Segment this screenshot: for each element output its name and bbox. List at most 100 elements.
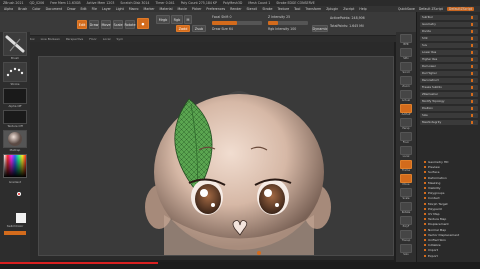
menu-item[interactable]: Stencil (247, 7, 258, 11)
palette-menu-item[interactable]: Export (424, 254, 438, 258)
shelf-button[interactable] (400, 34, 412, 43)
shelf-button[interactable] (400, 76, 412, 85)
palette-slider[interactable]: Geometry (420, 22, 478, 27)
menu-item[interactable]: Transform (305, 7, 321, 11)
menu-item[interactable]: Stroke (262, 7, 272, 11)
focal-shift-slider[interactable] (212, 21, 262, 25)
menu-item[interactable]: Color (32, 7, 40, 11)
menu-item[interactable]: Macro (129, 7, 139, 11)
palette-slider[interactable]: Size (420, 113, 478, 118)
palette-slider[interactable]: Higher Res (420, 57, 478, 62)
menu-right-item[interactable]: Default ZScript (419, 7, 443, 11)
texture-thumbnail[interactable] (3, 110, 27, 124)
menu-item[interactable]: File (92, 7, 97, 11)
shelf-button[interactable] (400, 202, 412, 211)
palette-slider[interactable]: Suv (420, 43, 478, 48)
draw-button[interactable]: Draw (89, 20, 99, 29)
subbar-item[interactable]: Live Boolean (41, 37, 60, 41)
palette-menu-item[interactable]: Normal Map (424, 228, 446, 232)
menu-item[interactable]: Texture (277, 7, 289, 11)
m-button[interactable]: M (184, 15, 192, 24)
menu-item[interactable]: Draw (67, 7, 75, 11)
shelf-button[interactable] (400, 230, 412, 239)
palette-menu-item[interactable]: Vector Displacement (424, 233, 459, 237)
secondary-color-swatch[interactable] (16, 213, 26, 223)
palette-menu-item[interactable]: Displacement (424, 222, 449, 226)
menu-item[interactable]: Brush (18, 7, 27, 11)
menu-item[interactable]: Render (230, 7, 241, 11)
menu-item[interactable]: Edit (80, 7, 86, 11)
menu-item[interactable]: Document (46, 7, 63, 11)
sphere-brush-icon[interactable]: ● (137, 18, 149, 29)
palette-menu-item[interactable]: Preview (424, 165, 440, 169)
shelf-button[interactable] (400, 174, 412, 183)
palette-menu-item[interactable]: Polypaint (424, 207, 442, 211)
palette-slider[interactable]: Del Lower (420, 64, 478, 69)
palette-menu-item[interactable]: Morph Target (424, 202, 448, 206)
menu-item[interactable]: Movie (177, 7, 186, 11)
brush-thumbnail[interactable] (3, 32, 27, 56)
palette-menu-item[interactable]: Initialize (424, 243, 441, 247)
shelf-button[interactable] (400, 132, 412, 141)
shelf-button[interactable] (400, 146, 412, 155)
palette-slider[interactable]: Position (420, 106, 478, 111)
menu-item[interactable]: Tool (294, 7, 300, 11)
default-zscript-button[interactable]: DefaultZScript (446, 7, 474, 11)
menu-item[interactable]: Alpha (4, 7, 13, 11)
document-canvas[interactable] (38, 56, 394, 256)
menu-item[interactable]: Picker (192, 7, 202, 11)
shelf-button[interactable] (400, 104, 412, 113)
palette-slider[interactable]: SubTool (420, 15, 478, 20)
shelf-button[interactable] (400, 118, 412, 127)
palette-menu-item[interactable]: Geometry HD (424, 160, 448, 164)
subbar-item[interactable]: Perspective (66, 37, 83, 41)
menu-right-item[interactable]: QuickSave (398, 7, 415, 11)
palette-menu-item[interactable]: Masking (424, 181, 440, 185)
menu-item[interactable]: Marker (144, 7, 155, 11)
palette-slider[interactable]: Modify Topology (420, 99, 478, 104)
z-intensity-slider[interactable] (268, 21, 308, 25)
palette-slider[interactable]: Del Higher (420, 71, 478, 76)
rgb-button[interactable]: Rgb (171, 15, 183, 24)
rotate-button[interactable]: Rotate (124, 20, 136, 29)
edit-button[interactable]: Edit (77, 20, 87, 29)
menu-item[interactable]: Light (116, 7, 124, 11)
palette-slider[interactable]: ZRemesher (420, 92, 478, 97)
menu-item[interactable]: Zplugin (326, 7, 338, 11)
shelf-button[interactable] (400, 160, 412, 169)
palette-menu-item[interactable]: Contact (424, 196, 440, 200)
palette-menu-item[interactable]: Polygroups (424, 191, 444, 195)
dynamic-button[interactable]: Dynamic (312, 25, 328, 32)
alpha-thumbnail[interactable] (3, 88, 27, 104)
color-picker[interactable] (3, 154, 27, 178)
subbar-item[interactable]: Sym (116, 37, 123, 41)
subbar-item[interactable]: Local (103, 37, 111, 41)
menu-item[interactable]: Preferences (206, 7, 225, 11)
palette-menu-item[interactable]: Visibility (424, 186, 441, 190)
stroke-thumbnail[interactable] (3, 62, 27, 82)
palette-menu-item[interactable]: Deformation (424, 176, 447, 180)
palette-menu-item[interactable]: Texture Map (424, 217, 446, 221)
subbar-item[interactable]: Floor (89, 37, 96, 41)
menu-item[interactable]: Zscript (343, 7, 354, 11)
palette-slider[interactable]: Divide (420, 29, 478, 34)
menu-item[interactable]: Material (160, 7, 173, 11)
palette-menu-item[interactable]: Unified Skin (424, 238, 446, 242)
shelf-button[interactable] (400, 244, 412, 253)
palette-slider[interactable]: Lower Res (420, 50, 478, 55)
palette-slider[interactable]: Reconstruct (420, 78, 478, 83)
zsub-button[interactable]: Zsub (192, 25, 206, 32)
palette-slider[interactable]: Freeze SubDiv (420, 85, 478, 90)
shelf-button[interactable] (400, 48, 412, 57)
zadd-button[interactable]: Zadd (176, 25, 190, 32)
matcap-thumbnail[interactable] (3, 130, 27, 148)
move-button[interactable]: Move (101, 20, 111, 29)
scale-button[interactable]: Scale (113, 20, 123, 29)
menu-item[interactable]: Layer (102, 7, 111, 11)
shelf-button[interactable] (400, 216, 412, 225)
mrgb-button[interactable]: Mrgb (156, 15, 170, 24)
alternate-button[interactable] (4, 231, 26, 235)
palette-menu-item[interactable]: Surface (424, 170, 439, 174)
palette-menu-item[interactable]: UV Map (424, 212, 440, 216)
shelf-button[interactable] (400, 90, 412, 99)
